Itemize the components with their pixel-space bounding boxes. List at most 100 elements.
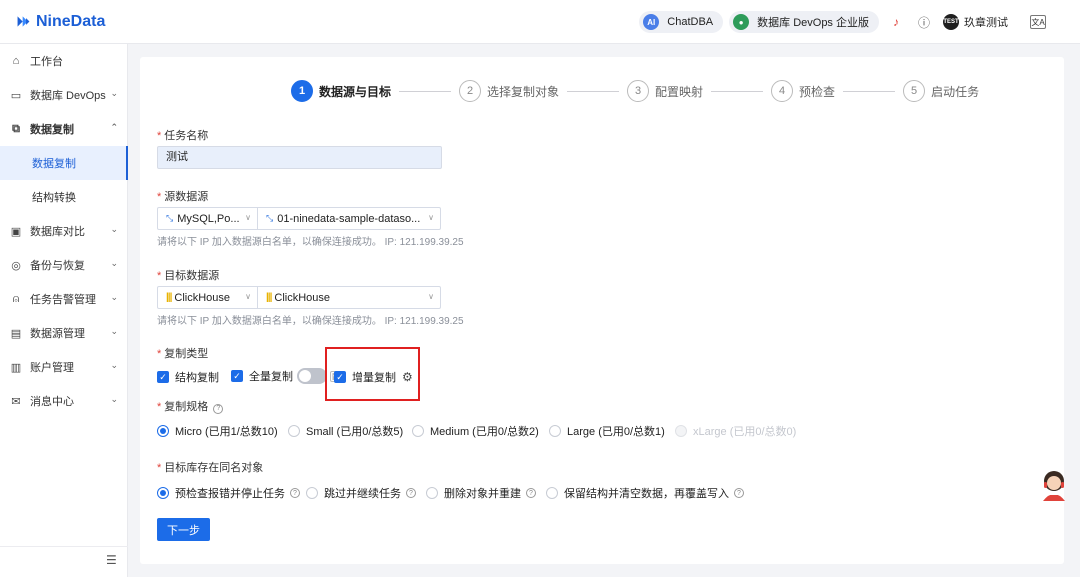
radio-label: Small (已用0/总数5) — [306, 426, 404, 438]
help-icon[interactable]: ? — [406, 488, 416, 498]
sidebar-item-label: 数据库对比 — [30, 226, 85, 238]
chevron-down-icon: ⌄ — [110, 88, 118, 98]
language-icon[interactable]: 文A — [1030, 15, 1046, 29]
sidebar-subitem-replication[interactable]: 数据复制 — [0, 146, 128, 180]
message-icon: ✉ — [11, 395, 21, 408]
avatar: TEST — [943, 14, 959, 30]
chevron-up-icon: ⌃ — [110, 122, 118, 132]
sidebar-item-label: 备份与恢复 — [30, 260, 85, 272]
spec-option-small[interactable]: Small (已用0/总数5) — [288, 423, 403, 439]
step-connector — [399, 90, 452, 92]
notification-icon[interactable]: ♪ — [885, 11, 907, 33]
next-button[interactable]: 下一步 — [157, 518, 210, 541]
sidebar-item-workbench[interactable]: ⌂ 工作台 — [0, 44, 128, 78]
logo[interactable]: NineData — [15, 13, 105, 31]
sidebar-subitem-schema-convert[interactable]: 结构转换 — [0, 180, 128, 214]
target-type-value: ClickHouse — [174, 291, 231, 304]
radio-label: 预检查报错并停止任务 — [175, 488, 285, 500]
source-type-value: MySQL,Po... — [177, 212, 240, 225]
target-select[interactable]: ||| ClickHouse ∨ ||| ClickHouse ∨ — [157, 286, 441, 309]
conflict-option-skip[interactable]: 跳过并继续任务 ? — [306, 485, 416, 501]
full-copy-toggle[interactable] — [297, 368, 327, 384]
help-icon[interactable]: ⓘ — [913, 11, 935, 33]
backup-icon: ◎ — [11, 259, 21, 272]
conflict-option-truncate[interactable]: 保留结构并清空数据，再覆盖写入 ? — [546, 485, 744, 501]
devops-edition-button[interactable]: ● 数据库 DevOps 企业版 — [729, 11, 879, 33]
chevron-down-icon: ⌄ — [110, 224, 118, 234]
sidebar: ⌂ 工作台 ▭ 数据库 DevOps ⌄ ⧉ 数据复制 ⌃ 数据复制 结构转换 … — [0, 44, 128, 577]
target-type-select[interactable]: ||| ClickHouse ∨ — [158, 287, 257, 308]
sidebar-item-backup[interactable]: ◎ 备份与恢复 ⌄ — [0, 248, 128, 282]
radio-dot — [288, 425, 300, 437]
sidebar-item-label: 数据复制 — [30, 124, 74, 136]
chevron-down-icon: ∨ — [245, 213, 251, 222]
help-icon[interactable]: ? — [213, 403, 224, 414]
collapse-sidebar-icon[interactable]: ☰ — [106, 553, 117, 567]
sidebar-item-label: 数据库 DevOps — [30, 90, 106, 102]
target-instance-value: ClickHouse — [274, 291, 331, 304]
target-instance-select[interactable]: ||| ClickHouse ∨ — [257, 287, 440, 308]
radio-label: 保留结构并清空数据，再覆盖写入 — [564, 488, 729, 500]
sidebar-item-compare[interactable]: ▣ 数据库对比 ⌄ — [0, 214, 128, 248]
datasource-icon: ▤ — [10, 327, 22, 340]
step-progress: 1 数据源与目标 2 选择复制对象 3 配置映射 4 预检查 5 启动任务 — [291, 80, 979, 102]
radio-label: 跳过并继续任务 — [324, 488, 401, 500]
sidebar-item-label: 数据复制 — [32, 158, 76, 170]
logo-icon — [17, 16, 30, 27]
conflict-option-recreate[interactable]: 删除对象并重建 ? — [426, 485, 536, 501]
radio-label: Medium (已用0/总数2) — [430, 426, 539, 438]
sidebar-item-devops[interactable]: ▭ 数据库 DevOps ⌄ — [0, 78, 128, 112]
sidebar-item-label: 消息中心 — [30, 396, 74, 408]
source-instance-select[interactable]: ⤡ 01-ninedata-sample-dataso... ∨ — [257, 208, 440, 229]
radio-dot — [157, 487, 169, 499]
step-number: 2 — [459, 80, 482, 102]
sidebar-item-messages[interactable]: ✉ 消息中心 ⌄ — [0, 384, 128, 418]
step-number: 1 — [291, 80, 313, 102]
spec-option-micro[interactable]: Micro (已用1/总数10) — [157, 423, 278, 439]
radio-dot — [412, 425, 424, 437]
step-label: 数据源与目标 — [319, 84, 392, 99]
assistant-avatar-icon[interactable] — [1039, 469, 1069, 501]
source-ip-hint: 请将以下 IP 加入数据源白名单，以确保连接成功。 IP: 121.199.39… — [157, 237, 464, 248]
step-label: 预检查 — [799, 84, 836, 99]
chatdba-icon: AI — [643, 14, 660, 30]
radio-dot — [426, 487, 438, 499]
help-icon[interactable]: ? — [290, 488, 300, 498]
structure-copy-checkbox[interactable]: ✓ 结构复制 — [157, 369, 219, 385]
devops-edition-label: 数据库 DevOps 企业版 — [757, 17, 869, 29]
replication-icon: ⧉ — [12, 122, 20, 135]
user-menu[interactable]: TEST 玖章测试 — [943, 14, 1008, 30]
chevron-down-icon: ∨ — [245, 292, 251, 301]
radio-label: Large (已用0/总数1) — [567, 426, 665, 438]
target-ip-hint: 请将以下 IP 加入数据源白名单，以确保连接成功。 IP: 121.199.39… — [157, 316, 464, 327]
chevron-down-icon: ⌄ — [110, 394, 118, 404]
source-select[interactable]: ⤡ MySQL,Po... ∨ ⤡ 01-ninedata-sample-dat… — [157, 207, 441, 230]
devops-icon: ▭ — [10, 89, 22, 102]
conflict-label: * 目标库存在同名对象 — [157, 462, 264, 474]
radio-dot — [675, 425, 687, 437]
radio-label: 删除对象并重建 — [444, 488, 521, 500]
help-icon[interactable]: ? — [526, 488, 536, 498]
sidebar-item-account[interactable]: ▥ 账户管理 ⌄ — [0, 350, 128, 384]
chevron-down-icon: ∨ — [428, 292, 434, 301]
sidebar-item-datasource[interactable]: ▤ 数据源管理 ⌄ — [0, 316, 128, 350]
spec-label: * 复制规格? — [157, 398, 224, 414]
sidebar-item-label: 数据源管理 — [30, 328, 85, 340]
conflict-option-stop[interactable]: 预检查报错并停止任务 ? — [157, 485, 300, 501]
globe-icon: ● — [733, 14, 750, 30]
chevron-down-icon: ⌄ — [110, 258, 118, 268]
step-label: 选择复制对象 — [487, 84, 560, 99]
help-icon[interactable]: ? — [734, 488, 744, 498]
source-type-select[interactable]: ⤡ MySQL,Po... ∨ — [158, 208, 257, 229]
spec-option-large[interactable]: Large (已用0/总数1) — [549, 423, 665, 439]
spec-option-medium[interactable]: Medium (已用0/总数2) — [412, 423, 539, 439]
task-name-input[interactable]: 测试 — [157, 146, 442, 169]
chevron-down-icon: ∨ — [428, 213, 434, 222]
step-connector — [843, 90, 896, 92]
sidebar-item-alerts[interactable]: ⍝ 任务告警管理 ⌄ — [0, 282, 128, 316]
radio-dot — [306, 487, 318, 499]
target-label: * 目标数据源 — [157, 270, 220, 282]
chatdba-button[interactable]: AI ChatDBA — [639, 11, 724, 33]
sidebar-item-replication[interactable]: ⧉ 数据复制 ⌃ — [0, 112, 128, 146]
step-4: 4 预检查 — [771, 80, 835, 102]
